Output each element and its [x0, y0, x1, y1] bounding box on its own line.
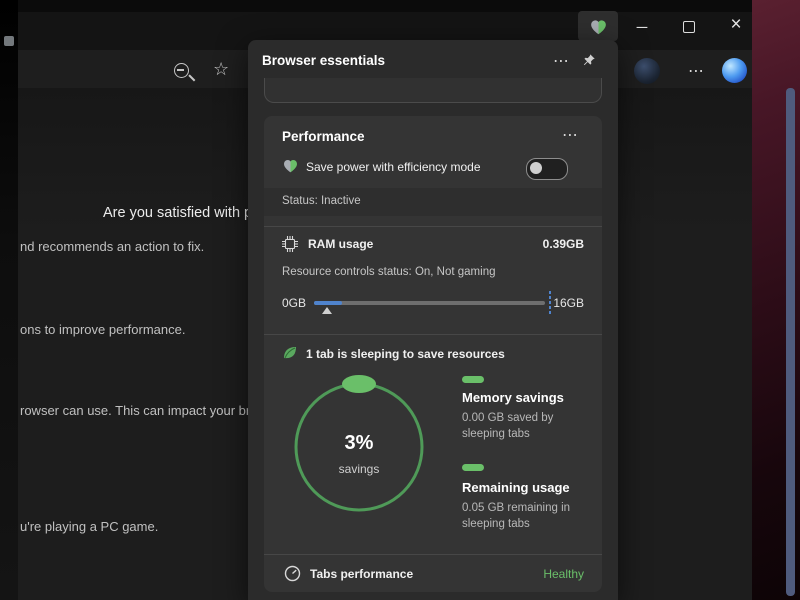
ram-usage-label: RAM usage [308, 237, 373, 251]
slider-marker[interactable] [322, 307, 332, 314]
performance-title: Performance [282, 129, 365, 144]
resource-controls-status: Resource controls status: On, Not gaming [282, 266, 496, 278]
speedometer-icon [284, 565, 301, 582]
close-button[interactable]: × [722, 12, 750, 38]
memory-savings-line2: sleeping tabs [462, 428, 530, 440]
page-heading-fragment: Are you satisfied with p [103, 205, 252, 221]
divider [264, 226, 602, 227]
slider-min-label: 0GB [282, 296, 306, 310]
profile-avatar[interactable] [634, 58, 660, 84]
scrollbar-thumb[interactable] [786, 88, 795, 596]
efficiency-mode-icon [282, 158, 299, 173]
sleeping-tabs-label: 1 tab is sleeping to save resources [306, 347, 505, 361]
efficiency-mode-label: Save power with efficiency mode [306, 160, 481, 174]
performance-card: Performance ⋯ Save power with efficiency… [264, 116, 602, 592]
pin-icon[interactable] [582, 53, 596, 72]
window-left-edge [0, 0, 18, 600]
memory-savings-title: Memory savings [462, 390, 564, 405]
page-text-fragment: ons to improve performance. [20, 322, 185, 337]
page-text-fragment: nd recommends an action to fix. [20, 239, 204, 254]
sleeping-leaf-icon [282, 345, 298, 361]
divider [264, 334, 602, 335]
efficiency-status: Status: Inactive [282, 195, 361, 207]
tabs-performance-status: Healthy [543, 567, 584, 581]
remaining-usage-pill-icon [462, 464, 484, 471]
panel-title: Browser essentials [262, 53, 385, 68]
tabs-performance-label: Tabs performance [310, 567, 413, 581]
memory-savings-line1: 0.00 GB saved by [462, 412, 553, 424]
favorites-star-icon[interactable]: ☆ [213, 59, 229, 80]
toggle-knob [530, 162, 542, 174]
remaining-usage-line1: 0.05 GB remaining in [462, 502, 570, 514]
ram-slider[interactable]: 0GB 16GB [282, 288, 584, 318]
copilot-icon[interactable] [722, 58, 747, 83]
zoom-out-icon[interactable] [174, 63, 189, 78]
minimize-button[interactable]: ─ [628, 14, 656, 40]
remaining-usage-line2: sleeping tabs [462, 518, 530, 530]
browser-essentials-heart-icon [589, 18, 608, 35]
scrolled-card-bottom [264, 78, 602, 103]
maximize-button[interactable] [675, 14, 703, 40]
ram-usage-value: 0.39GB [543, 237, 584, 251]
ram-chip-icon [282, 236, 298, 252]
maximize-icon [683, 21, 695, 33]
memory-savings-pill-icon [462, 376, 484, 383]
slider-fill [314, 301, 342, 305]
divider [264, 554, 602, 555]
browser-essentials-panel: Browser essentials ⋯ Performance ⋯ Save … [248, 40, 618, 600]
slider-max-label: 16GB [553, 296, 584, 310]
donut-caption: savings [284, 462, 434, 476]
slider-track[interactable] [314, 301, 545, 305]
sidebar-app-icon[interactable] [4, 36, 14, 46]
page-text-fragment: rowser can use. This can impact your bro [20, 403, 257, 418]
slider-max-tick [549, 291, 551, 315]
performance-more-menu[interactable]: ⋯ [556, 124, 584, 146]
remaining-usage-title: Remaining usage [462, 480, 570, 495]
browser-essentials-button[interactable] [578, 11, 618, 41]
toolbar-more-menu[interactable]: ⋯ [682, 58, 710, 84]
page-text-fragment: u're playing a PC game. [20, 519, 158, 534]
donut-percent: 3% [284, 432, 434, 455]
efficiency-toggle[interactable] [526, 158, 568, 180]
panel-more-menu[interactable]: ⋯ [548, 50, 574, 72]
